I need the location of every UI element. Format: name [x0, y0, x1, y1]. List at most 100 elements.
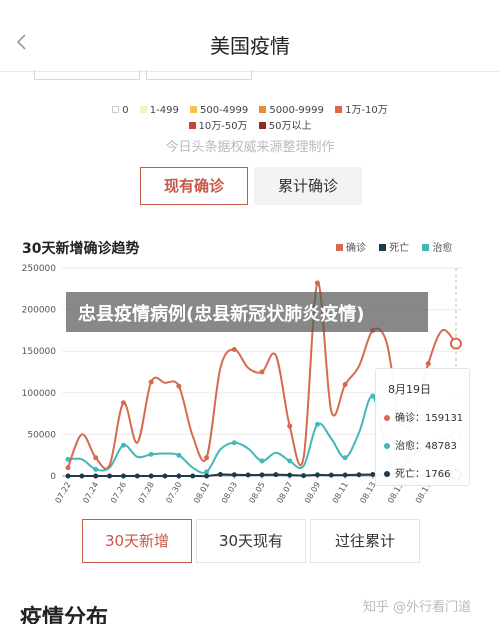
- legend-label: 0: [122, 105, 129, 116]
- data-point: [450, 337, 462, 350]
- chart-title: 30天新增确诊趋势: [22, 241, 140, 257]
- data-point: [120, 473, 126, 479]
- data-point: [231, 347, 237, 353]
- legend-label: 确诊: [346, 243, 366, 254]
- tab-stub-right: [146, 70, 252, 80]
- data-point: [79, 473, 85, 479]
- x-tick-label: 08.07: [275, 481, 294, 505]
- x-tick-label: 08.03: [220, 481, 239, 505]
- legend-label: 1-499: [149, 105, 179, 116]
- x-tick-label: 07.26: [109, 481, 128, 505]
- data-point: [134, 473, 140, 479]
- legend-swatch: [188, 122, 196, 129]
- legend-label: 5000-9999: [269, 105, 324, 116]
- data-point: [287, 423, 293, 429]
- legend-swatch: [112, 106, 120, 113]
- legend-item: 5000-9999: [259, 105, 324, 116]
- legend-label: 治愈: [432, 243, 453, 254]
- data-point: [314, 421, 320, 427]
- data-point: [65, 473, 71, 479]
- data-point: [176, 383, 182, 389]
- legend-label: 50万以上: [268, 121, 312, 132]
- data-point: [120, 400, 126, 406]
- legend-swatch: [139, 106, 147, 113]
- legend-confirmed[interactable]: 确诊: [336, 243, 366, 254]
- y-tick-label: 250000: [22, 264, 57, 274]
- data-point: [65, 465, 71, 471]
- tooltip-dot: [384, 471, 390, 477]
- legend-dot: [336, 244, 343, 251]
- data-point: [259, 369, 265, 375]
- data-point: [204, 473, 210, 479]
- map-legend-row-1: 0 1-499 500-4999 5000-9999 1万-10万: [0, 101, 500, 116]
- data-point: [259, 458, 265, 464]
- data-point: [273, 472, 279, 478]
- current-confirmed-button[interactable]: 现有确诊: [140, 167, 248, 205]
- section-title: 疫情分布: [20, 606, 109, 624]
- legend-label: 500-4999: [200, 105, 249, 116]
- tab-30-day-new[interactable]: 30天新增: [82, 519, 192, 563]
- data-point: [190, 473, 196, 479]
- data-point: [301, 473, 307, 479]
- article-title-overlay: 忠县疫情病例(忠县新冠状肺炎疫情): [66, 292, 428, 332]
- legend-recovered[interactable]: 治愈: [422, 243, 452, 254]
- x-tick-label: 08.05: [247, 481, 266, 505]
- tab-30-day-current[interactable]: 30天现有: [196, 519, 306, 563]
- data-point: [342, 455, 348, 461]
- chart-tooltip: 8月19日 确诊：159131 治愈：48783 死亡：1766: [375, 368, 470, 486]
- data-point: [176, 452, 182, 458]
- data-point: [342, 381, 348, 387]
- data-point: [148, 379, 154, 385]
- overlay-title: 忠县疫情病例(忠县新冠状肺炎疫情): [78, 304, 365, 325]
- legend-label: 1万-10万: [345, 105, 388, 116]
- legend-item: 50万以上: [258, 117, 312, 132]
- data-point: [217, 472, 223, 478]
- data-point: [148, 451, 154, 457]
- legend-item: 1-499: [139, 105, 179, 116]
- y-tick-label: 100000: [22, 389, 57, 399]
- data-point: [356, 472, 362, 478]
- legend-swatch: [259, 106, 267, 113]
- data-point: [107, 473, 113, 479]
- data-point: [93, 473, 99, 479]
- tooltip-recovered: 治愈：48783: [384, 437, 457, 452]
- data-point: [314, 472, 320, 478]
- data-point: [287, 458, 293, 464]
- tab-past-cumulative[interactable]: 过往累计: [310, 519, 420, 563]
- y-tick-label: 50000: [27, 430, 56, 440]
- data-point: [231, 472, 237, 478]
- tooltip-deaths: 死亡：1766: [384, 465, 450, 480]
- map-legend-row-2: 10万-50万 50万以上: [0, 117, 500, 132]
- tooltip-dot: [384, 415, 390, 421]
- legend-item: 1万-10万: [335, 101, 388, 116]
- x-tick-label: 07.28: [137, 481, 156, 505]
- data-point: [93, 455, 99, 461]
- data-point: [148, 473, 154, 479]
- y-tick-label: 0: [50, 472, 56, 482]
- page-title: 美国疫情: [210, 34, 290, 58]
- data-point: [259, 472, 265, 478]
- data-point: [245, 472, 251, 478]
- legend-item: 0: [112, 105, 129, 116]
- tooltip-value: 确诊：159131: [395, 413, 464, 424]
- chart-legend: 确诊 死亡 治愈: [336, 239, 452, 254]
- cumulative-confirmed-button[interactable]: 累计确诊: [254, 167, 362, 205]
- legend-item: 10万-50万: [188, 117, 248, 132]
- x-tick-label: 08.09: [303, 481, 322, 505]
- legend-deaths[interactable]: 死亡: [379, 243, 409, 254]
- data-point: [231, 440, 237, 446]
- tooltip-date: 8月19日: [388, 383, 431, 396]
- x-tick-label: 07.22: [53, 481, 72, 505]
- data-point: [93, 466, 99, 472]
- legend-item: 500-4999: [190, 105, 248, 116]
- tooltip-value: 治愈：48783: [395, 441, 457, 452]
- tooltip-dot: [384, 443, 390, 449]
- tooltip-confirmed: 确诊：159131: [384, 409, 463, 424]
- data-point: [314, 280, 320, 286]
- legend-swatch: [258, 122, 266, 129]
- x-tick-label: 07.30: [164, 481, 183, 505]
- x-tick-label: 07.24: [81, 481, 100, 505]
- x-tick-label: 08.01: [192, 481, 211, 505]
- tab-stub-left: [34, 70, 140, 80]
- watermark: 知乎 @外行看门道: [363, 600, 472, 615]
